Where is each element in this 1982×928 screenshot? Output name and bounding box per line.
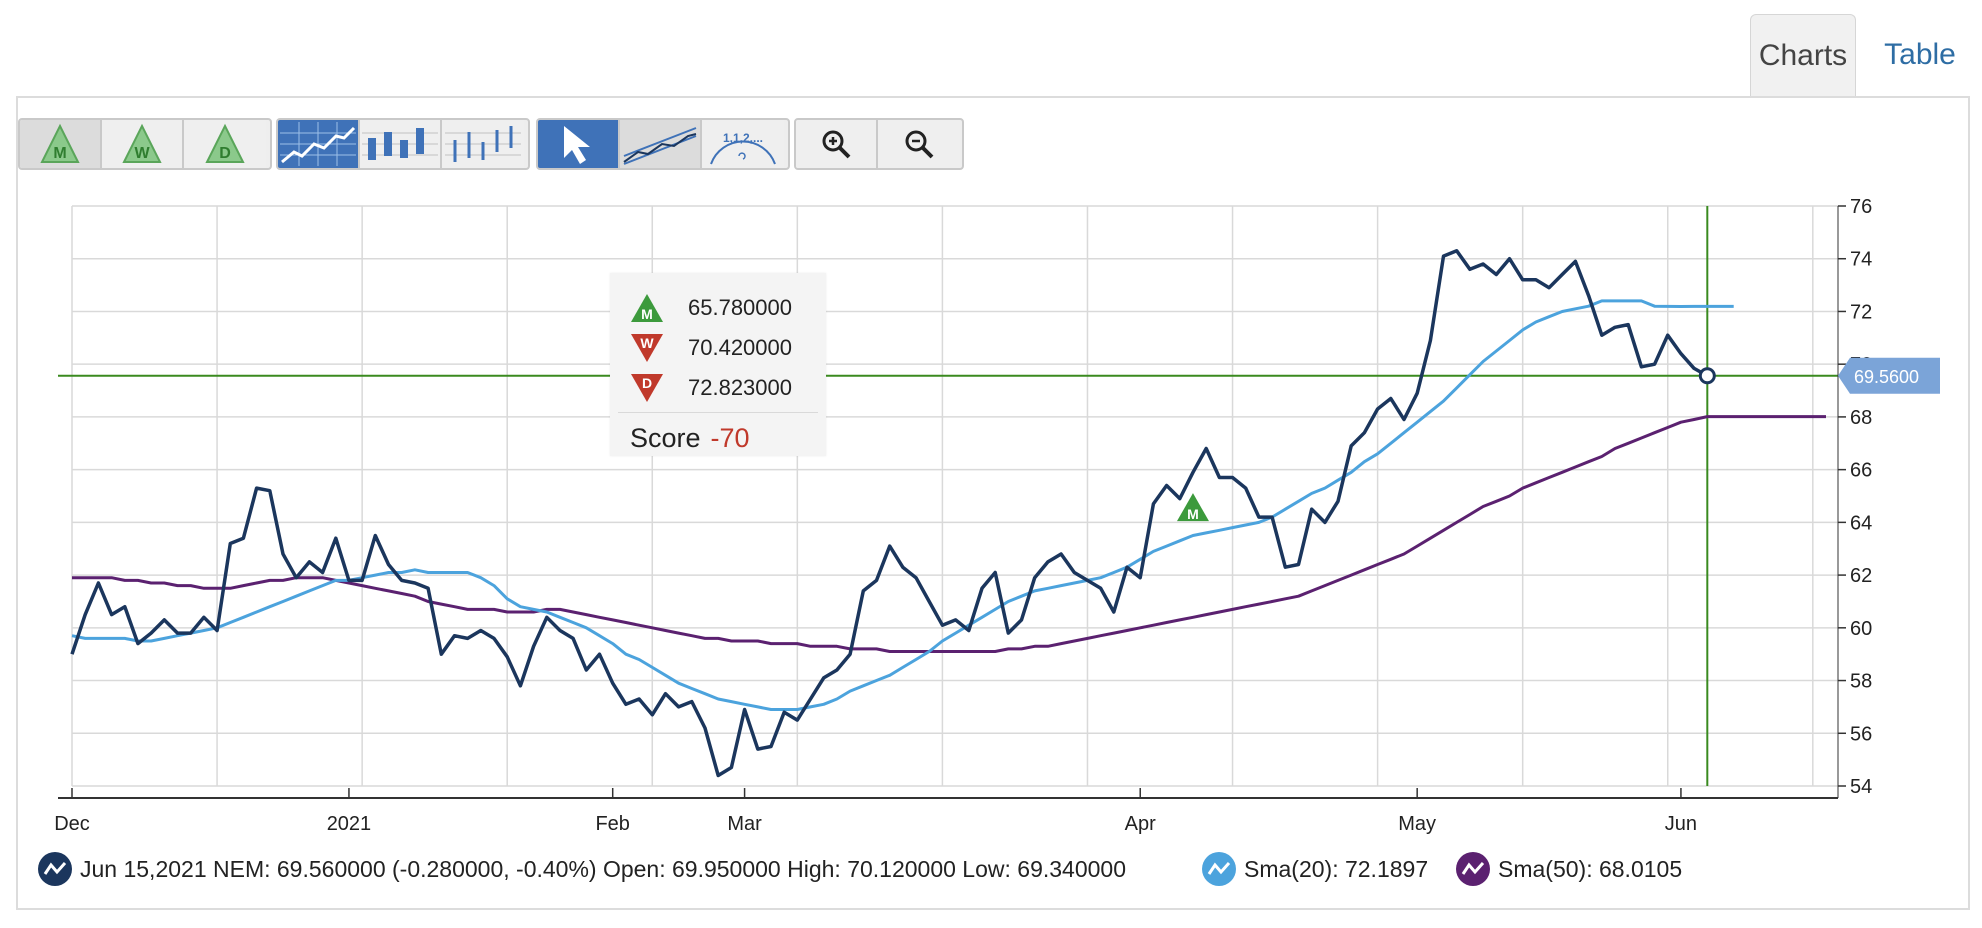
legend-sma20-text: Sma(20): 72.1897 [1244, 855, 1429, 882]
tooltip-score-label: Score [630, 423, 701, 453]
y-tick-label: 62 [1850, 565, 1872, 587]
signal-marker-label: M [1187, 506, 1199, 522]
weekly-down-signal-icon: W [631, 334, 663, 362]
x-tick-label: Mar [727, 813, 762, 835]
svg-text:D: D [642, 375, 652, 391]
price-series-icon [38, 852, 72, 886]
sma20-series-icon [1202, 852, 1236, 886]
x-tick-label: Dec [54, 813, 90, 835]
legend-sma20[interactable]: Sma(20): 72.1897 [1202, 852, 1428, 886]
y-tick-label: 74 [1850, 249, 1872, 271]
tooltip-monthly-value: 65.780000 [688, 295, 792, 320]
tooltip-row-daily: D 72.823000 [630, 373, 792, 403]
x-tick-label: Jun [1665, 813, 1697, 835]
tooltip-divider [618, 412, 818, 413]
sma50-series-icon [1456, 852, 1490, 886]
tooltip-row-weekly: W 70.420000 [630, 333, 792, 363]
y-tick-label: 68 [1850, 407, 1872, 429]
x-tick-label: 2021 [327, 813, 372, 835]
y-tick-label: 60 [1850, 618, 1872, 640]
x-tick-label: May [1398, 813, 1436, 835]
y-tick-label: 64 [1850, 512, 1872, 534]
legend-sma50-text: Sma(50): 68.0105 [1498, 855, 1683, 882]
tooltip-score-value: -70 [710, 423, 750, 453]
y-tick-label: 72 [1850, 301, 1872, 323]
legend-price-text: Jun 15,2021 NEM: 69.560000 (-0.280000, -… [80, 855, 1127, 882]
monthly-up-signal-icon: M [631, 294, 663, 322]
tooltip-row-monthly: M 65.780000 [630, 293, 792, 323]
tooltip-weekly-value: 70.420000 [688, 335, 792, 360]
signal-tooltip: M 65.780000 W 70.420000 D 72.823000 Scor… [610, 273, 826, 456]
svg-text:W: W [640, 335, 654, 351]
series-line-price [70, 249, 1709, 778]
y-tick-label: 66 [1850, 460, 1872, 482]
legend-price[interactable]: Jun 15,2021 NEM: 69.560000 (-0.280000, -… [38, 852, 1126, 886]
y-tick-label: 54 [1850, 776, 1872, 798]
y-tick-label: 76 [1850, 196, 1872, 218]
daily-down-signal-icon: D [631, 374, 663, 402]
y-tick-label: 56 [1850, 723, 1872, 745]
price-chart[interactable]: 545658606264666870727476Dec2021FebMarApr… [0, 0, 1982, 928]
current-point-marker [1698, 367, 1716, 385]
y-tick-label: 58 [1850, 671, 1872, 693]
series-line-sma50 [72, 415, 1826, 653]
legend-sma50[interactable]: Sma(50): 68.0105 [1456, 852, 1682, 886]
svg-text:M: M [641, 306, 653, 322]
x-tick-label: Apr [1125, 813, 1156, 835]
tooltip-daily-value: 72.823000 [688, 375, 792, 400]
tooltip-score: Score -70 [630, 423, 750, 454]
current-price-tag-label: 69.5600 [1854, 367, 1919, 387]
x-tick-label: Feb [595, 813, 629, 835]
